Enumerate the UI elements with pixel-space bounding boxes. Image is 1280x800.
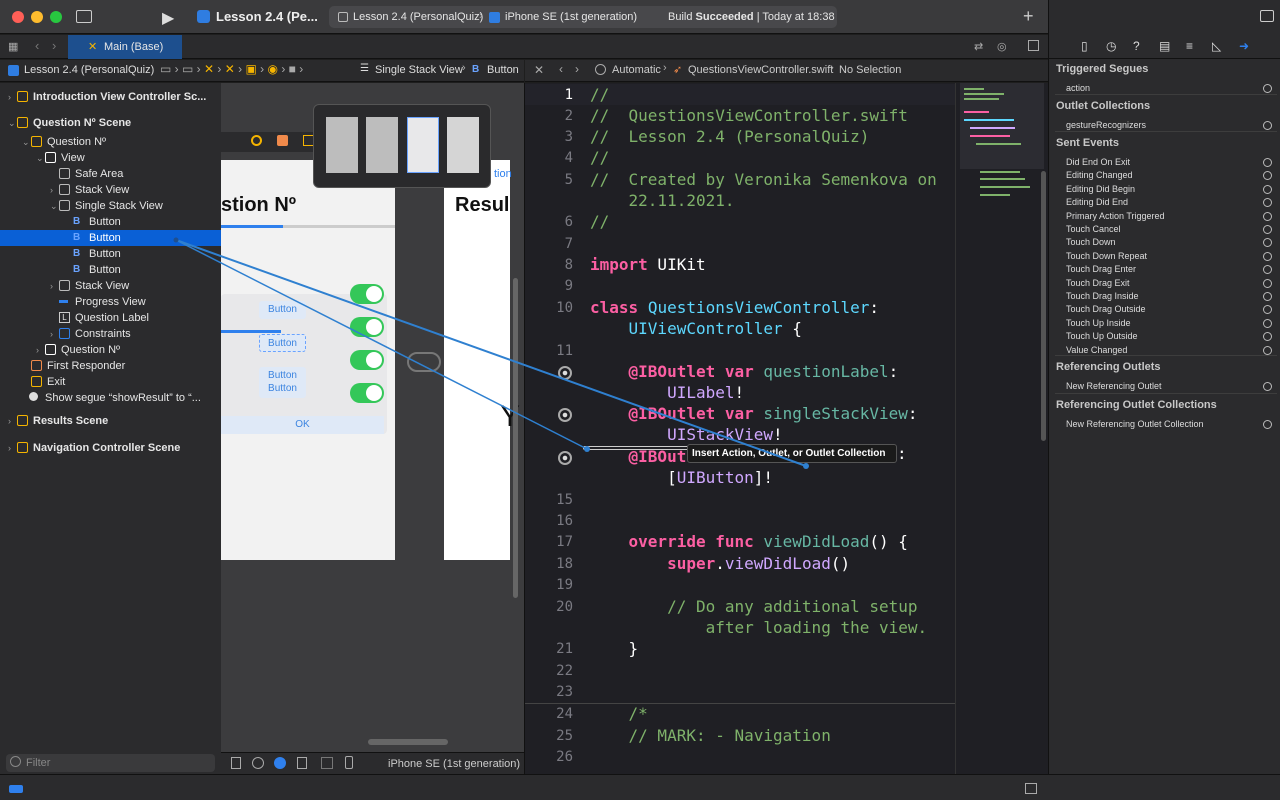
drag-end-point bbox=[803, 463, 809, 469]
breakpoints-icon[interactable] bbox=[9, 785, 23, 793]
connection-drag-overlay bbox=[173, 237, 809, 469]
connection-drag-line bbox=[175, 239, 807, 467]
connection-drag-line-2 bbox=[175, 239, 588, 450]
drag-start-point bbox=[173, 237, 179, 243]
debug-area-icon[interactable] bbox=[1025, 783, 1037, 794]
drag-insert-point bbox=[584, 446, 590, 452]
debug-bar bbox=[0, 774, 1280, 800]
